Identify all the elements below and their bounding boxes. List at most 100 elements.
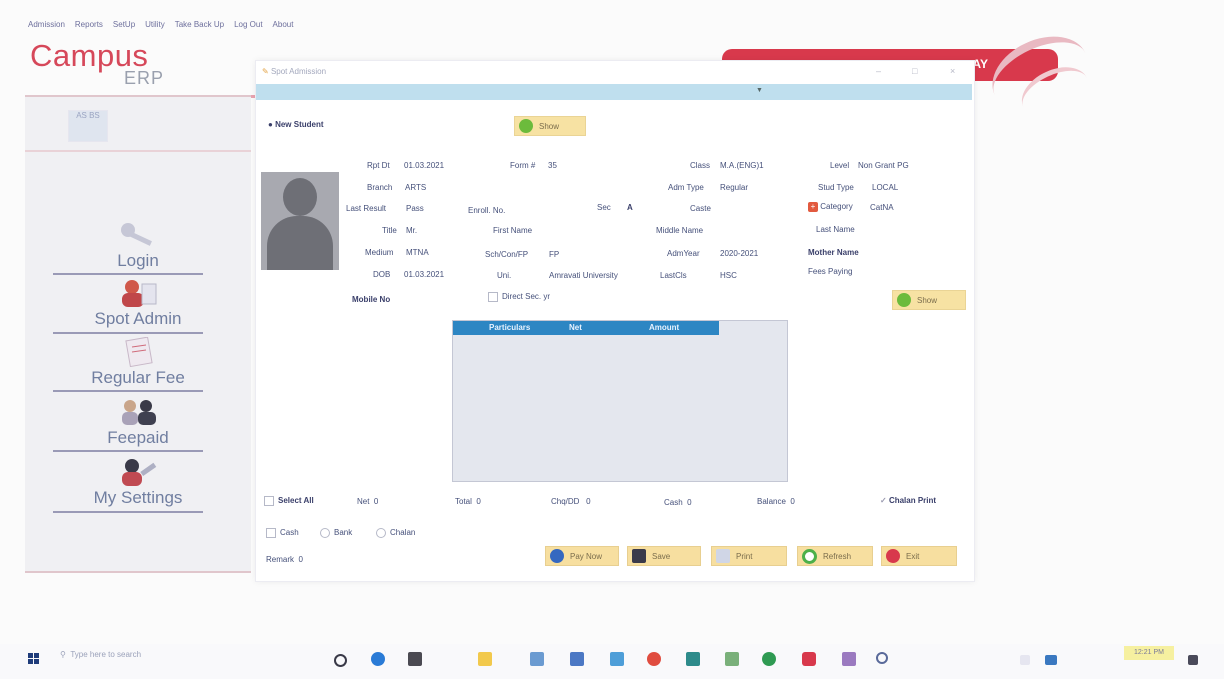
- dob-label: DOB: [373, 270, 391, 279]
- tray-icon[interactable]: [1020, 655, 1030, 665]
- save-button[interactable]: Save: [627, 546, 701, 566]
- file-explorer-icon[interactable]: [478, 652, 492, 666]
- dob-field[interactable]: 01.03.2021: [404, 270, 444, 279]
- title-select[interactable]: Mr.: [406, 226, 417, 235]
- minimize-button[interactable]: –: [876, 66, 881, 76]
- chalan-print-checkbox[interactable]: ✓ Chalan Print: [880, 496, 936, 505]
- print-button[interactable]: Print: [711, 546, 787, 566]
- rpt-dt-field[interactable]: 01.03.2021: [404, 161, 444, 170]
- branch-select[interactable]: ARTS: [405, 183, 426, 192]
- document-icon: [125, 337, 153, 367]
- app-icon[interactable]: [570, 652, 584, 666]
- direct-sec-yr-checkbox[interactable]: Direct Sec. yr: [488, 292, 550, 302]
- new-student-radio[interactable]: ● New Student: [268, 120, 324, 129]
- windows-start-icon[interactable]: [28, 653, 40, 665]
- close-button[interactable]: ×: [950, 66, 955, 76]
- last-result-label: Last Result: [346, 204, 387, 213]
- refresh-button[interactable]: Refresh: [797, 546, 873, 566]
- sidebar-item-my-settings[interactable]: My Settings: [25, 457, 251, 508]
- app-icon[interactable]: [725, 652, 739, 666]
- adm-year-select[interactable]: 2020-2021: [720, 249, 758, 258]
- checkbox-icon: [266, 528, 276, 538]
- select-all-checkbox[interactable]: Select All: [264, 496, 314, 506]
- checkbox-icon: [488, 292, 498, 302]
- table-header: Particulars Net Amount: [453, 321, 719, 335]
- caret-down-icon: ▼: [756, 87, 763, 94]
- check-icon: [897, 293, 911, 307]
- class-select[interactable]: M.A.(ENG)1: [720, 161, 764, 170]
- magnifier-icon[interactable]: [876, 652, 888, 664]
- grand-total: Total 0: [455, 497, 481, 506]
- edge-browser-icon[interactable]: [371, 652, 385, 666]
- pay-icon: [550, 549, 564, 563]
- fee-particulars-table[interactable]: Particulars Net Amount: [452, 320, 788, 482]
- add-icon[interactable]: +: [808, 202, 818, 212]
- level-select[interactable]: Non Grant PG: [858, 161, 909, 170]
- cash-checkbox[interactable]: Cash: [266, 528, 299, 538]
- form-no-field[interactable]: 35: [548, 161, 557, 170]
- taskbar-clock[interactable]: 12:21 PM: [1124, 646, 1174, 660]
- maximize-button[interactable]: □: [912, 66, 917, 76]
- sidebar-item-spot-admin[interactable]: Spot Admin: [25, 278, 251, 329]
- divider: [25, 571, 251, 573]
- menu-about[interactable]: About: [273, 20, 294, 29]
- middle-name-label: Middle Name: [656, 226, 704, 235]
- category-select[interactable]: CatNA: [870, 203, 894, 212]
- app-tile[interactable]: AS BS: [68, 110, 108, 142]
- pay-now-button[interactable]: Pay Now: [545, 546, 619, 566]
- menu-reports[interactable]: Reports: [75, 20, 103, 29]
- save-icon: [632, 549, 646, 563]
- sec-label: Sec: [597, 203, 611, 212]
- menu-logout[interactable]: Log Out: [234, 20, 262, 29]
- first-name-label: First Name: [493, 226, 533, 235]
- form-no-label: Form #: [510, 161, 536, 170]
- menu-take-backup[interactable]: Take Back Up: [175, 20, 224, 29]
- chalan-radio[interactable]: Chalan: [376, 528, 415, 538]
- show-button-top[interactable]: Show: [514, 116, 586, 136]
- app-logo: Campus ERP: [30, 38, 260, 98]
- adm-type-select[interactable]: Regular: [720, 183, 748, 192]
- last-cls-select[interactable]: HSC: [720, 271, 737, 280]
- last-result-select[interactable]: Pass: [406, 204, 424, 213]
- menu-admission[interactable]: Admission: [28, 20, 65, 29]
- bank-radio[interactable]: Bank: [320, 528, 352, 538]
- sec-select[interactable]: A: [627, 203, 633, 212]
- sidebar-item-feepaid[interactable]: Feepaid: [25, 397, 251, 448]
- branch-label: Branch: [367, 183, 393, 192]
- sch-con-fp-select[interactable]: FP: [549, 250, 559, 259]
- uni-select[interactable]: Amravati University: [549, 271, 618, 280]
- exit-button[interactable]: Exit: [881, 546, 957, 566]
- app-icon[interactable]: [842, 652, 856, 666]
- column-header-net: Net: [569, 323, 582, 332]
- divider: [53, 332, 203, 334]
- notification-icon[interactable]: [1188, 655, 1198, 665]
- radio-selected-icon: ●: [268, 120, 273, 129]
- task-view-icon[interactable]: [334, 654, 347, 667]
- remark-field[interactable]: Remark 0: [266, 555, 303, 564]
- divider: [25, 95, 251, 97]
- app-icon[interactable]: [686, 652, 700, 666]
- menu-utility[interactable]: Utility: [145, 20, 165, 29]
- sidebar: Login Spot Admin Regular Fee Feepaid My …: [25, 95, 251, 573]
- app-icon[interactable]: [610, 652, 624, 666]
- enroll-no-label: Enroll. No.: [468, 206, 506, 215]
- store-icon[interactable]: [408, 652, 422, 666]
- app-icon[interactable]: [802, 652, 816, 666]
- medium-label: Medium: [365, 248, 394, 257]
- sidebar-item-regular-fee[interactable]: Regular Fee: [25, 337, 251, 388]
- stud-type-select[interactable]: LOCAL: [872, 183, 898, 192]
- show-button[interactable]: Show: [892, 290, 966, 310]
- radio-icon: [320, 528, 330, 538]
- medium-select[interactable]: MTNA: [406, 248, 429, 257]
- mother-name-label: Mother Name: [808, 248, 859, 257]
- taskbar-search[interactable]: ⚲ Type here to search: [60, 650, 230, 668]
- column-header-particulars: Particulars: [489, 323, 531, 332]
- chrome-icon[interactable]: [647, 652, 661, 666]
- mail-icon[interactable]: [530, 652, 544, 666]
- sidebar-item-login[interactable]: Login: [25, 220, 251, 271]
- last-name-label: Last Name: [816, 225, 855, 234]
- app-icon[interactable]: [762, 652, 776, 666]
- divider: [53, 273, 203, 275]
- menu-setup[interactable]: SetUp: [113, 20, 135, 29]
- tray-icon[interactable]: [1045, 655, 1057, 665]
